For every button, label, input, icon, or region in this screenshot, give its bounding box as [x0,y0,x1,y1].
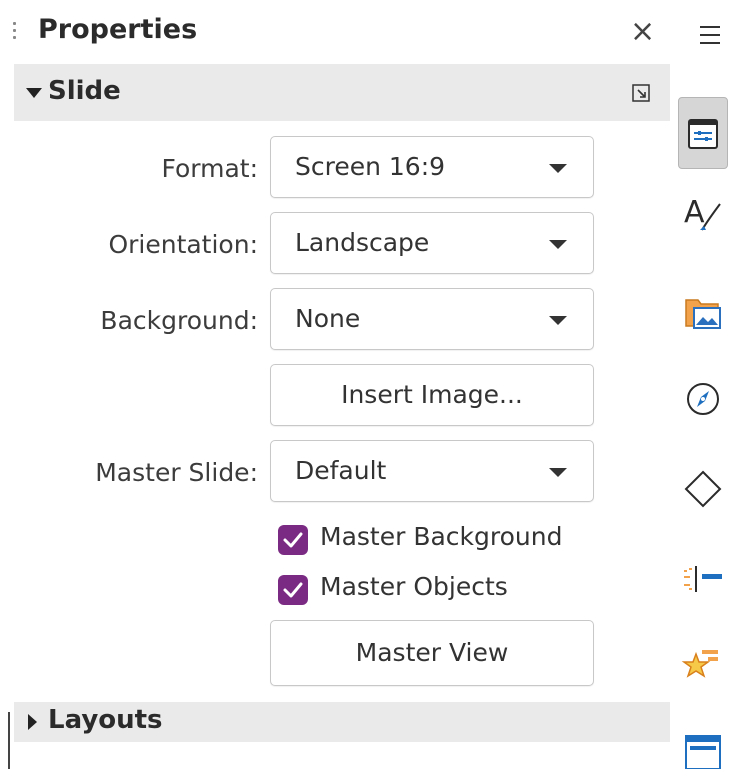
more-options-icon[interactable] [632,84,650,102]
master-objects-checkbox[interactable] [278,575,308,605]
navigator-icon [687,383,719,415]
slide-section-header[interactable]: Slide [14,64,670,121]
orientation-value: Landscape [295,228,430,257]
master-slide-label: Master Slide: [95,458,258,487]
tab-navigator[interactable] [680,376,726,422]
expanded-arrow-icon [26,88,42,98]
insert-image-label: Insert Image... [341,380,523,409]
tab-animation[interactable] [680,640,726,686]
master-view-label: Master View [355,638,509,667]
background-value: None [295,304,361,333]
master-slide-dropdown[interactable]: Default [270,440,594,502]
orientation-dropdown[interactable]: Landscape [270,212,594,274]
master-view-button[interactable]: Master View [270,620,594,686]
tab-styles[interactable]: A [680,190,726,236]
tab-master-slides[interactable] [680,722,726,770]
tab-properties[interactable] [678,97,728,169]
tab-slide-transition[interactable] [680,556,726,602]
chevron-down-icon [549,468,567,477]
master-slide-value: Default [295,456,387,485]
properties-icon [688,119,718,149]
close-icon[interactable]: × [630,14,655,50]
orientation-label: Orientation: [108,230,258,259]
slide-transition-icon [684,566,722,592]
layouts-section-title: Layouts [48,705,163,735]
sidebar-menu-button[interactable] [700,26,728,50]
animation-icon [681,650,718,678]
chevron-down-icon [549,316,567,325]
slide-section-title: Slide [48,76,121,106]
text-cursor [8,712,10,769]
format-value: Screen 16:9 [295,152,446,181]
format-dropdown[interactable]: Screen 16:9 [270,136,594,198]
gallery-icon [685,299,721,329]
tab-gallery[interactable] [680,290,726,336]
styles-icon: A [684,195,721,231]
shapes-icon [684,470,722,508]
format-label: Format: [161,154,258,183]
master-background-label: Master Background [320,522,563,551]
chevron-down-icon [549,164,567,173]
checkmark-icon [283,582,303,598]
insert-image-button[interactable]: Insert Image... [270,364,594,426]
background-label: Background: [100,306,258,335]
master-background-checkbox[interactable] [278,525,308,555]
panel-title: Properties [38,14,198,45]
layouts-section-header[interactable]: Layouts [14,702,670,742]
collapsed-arrow-icon [28,714,37,730]
tab-shapes[interactable] [680,466,726,512]
master-slides-icon [685,735,721,770]
drag-handle[interactable] [12,22,18,46]
chevron-down-icon [549,240,567,249]
svg-text:A: A [684,195,705,230]
checkmark-icon [283,532,303,548]
background-dropdown[interactable]: None [270,288,594,350]
master-objects-label: Master Objects [320,572,508,601]
hamburger-icon [700,26,720,28]
